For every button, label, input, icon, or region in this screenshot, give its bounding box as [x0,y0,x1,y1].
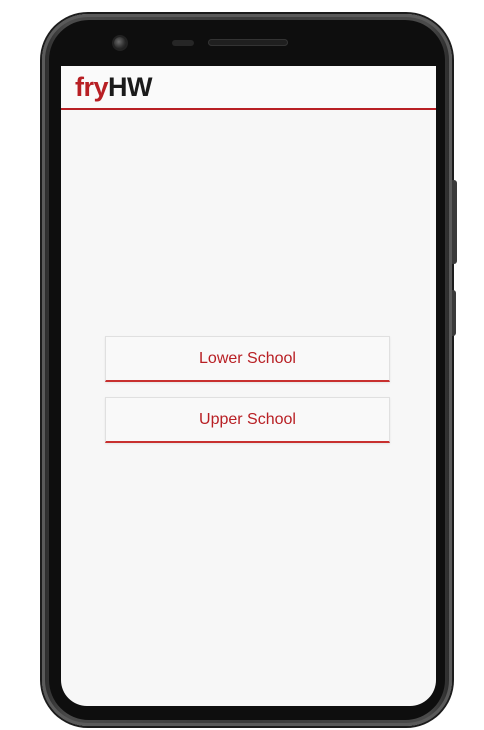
lower-school-button[interactable]: Lower School [105,336,390,382]
app-header: fryHW [61,66,436,110]
proximity-sensor [172,40,194,46]
earpiece-speaker [208,39,288,46]
device-stage: fryHW Lower School Upper School [0,0,484,730]
app-logo: fryHW [75,71,152,103]
volume-button [452,290,456,336]
front-camera-icon [114,37,126,49]
logo-text-fry: fry [75,72,109,102]
lower-school-label: Lower School [199,350,296,367]
upper-school-label: Upper School [199,411,296,428]
logo-text-hw: HW [108,72,152,102]
app-screen: fryHW Lower School Upper School [61,66,436,706]
power-button [452,180,457,264]
upper-school-button[interactable]: Upper School [105,397,390,443]
